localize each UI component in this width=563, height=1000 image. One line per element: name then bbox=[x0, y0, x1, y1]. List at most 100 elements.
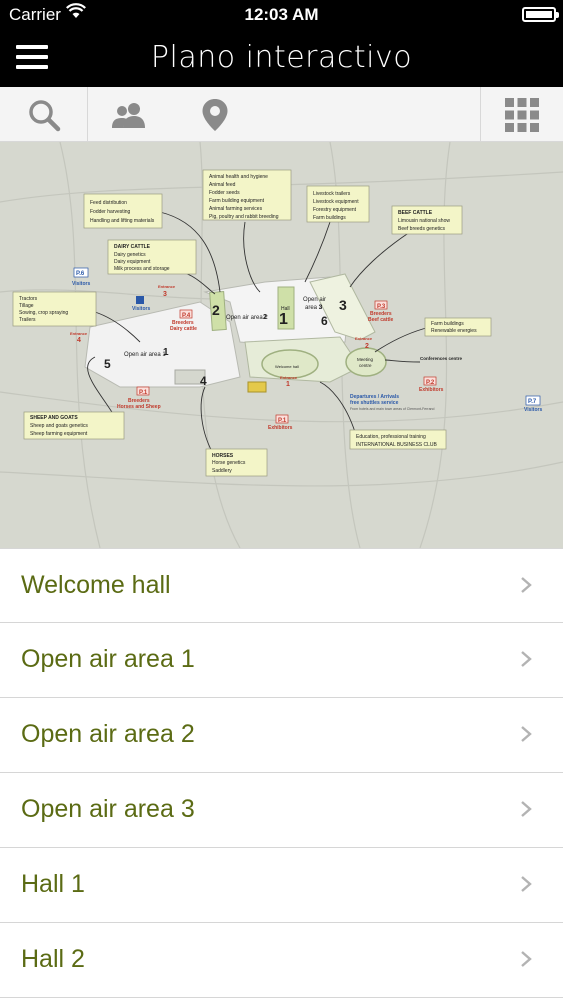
list-item-label: Hall 1 bbox=[21, 870, 85, 898]
chevron-right-icon bbox=[521, 726, 532, 742]
svg-text:2: 2 bbox=[212, 302, 220, 318]
svg-text:Conferences centre: Conferences centre bbox=[420, 356, 463, 361]
svg-text:2: 2 bbox=[263, 314, 267, 321]
svg-text:Tractors: Tractors bbox=[19, 296, 38, 302]
chevron-right-icon bbox=[521, 876, 532, 892]
svg-text:Renewable energies: Renewable energies bbox=[431, 328, 477, 334]
svg-text:Fodder harvesting: Fodder harvesting bbox=[90, 209, 131, 215]
svg-text:Sheep farming equipment: Sheep farming equipment bbox=[30, 431, 88, 437]
svg-text:Beef cattle: Beef cattle bbox=[368, 317, 394, 323]
svg-text:Sheep and goats genetics: Sheep and goats genetics bbox=[30, 423, 88, 429]
search-button[interactable] bbox=[0, 87, 87, 142]
search-icon bbox=[28, 99, 60, 131]
svg-text:Tillage: Tillage bbox=[19, 303, 34, 309]
svg-text:1: 1 bbox=[279, 311, 288, 328]
svg-text:Visitors: Visitors bbox=[72, 281, 90, 287]
list-item[interactable]: Open air area 1 bbox=[0, 623, 563, 698]
list-item-label: Welcome hall bbox=[21, 571, 171, 599]
svg-text:Entrance: Entrance bbox=[158, 284, 176, 289]
svg-text:Milk process and storage: Milk process and storage bbox=[114, 266, 170, 272]
list-item[interactable]: Hall 1 bbox=[0, 848, 563, 923]
list-item[interactable]: Open air area 2 bbox=[0, 698, 563, 773]
chevron-right-icon bbox=[521, 577, 532, 593]
svg-text:SHEEP AND GOATS: SHEEP AND GOATS bbox=[30, 415, 78, 421]
list-item-label: Open air area 2 bbox=[21, 720, 195, 748]
svg-text:P.7: P.7 bbox=[528, 399, 537, 405]
svg-text:Visitors: Visitors bbox=[132, 306, 150, 312]
svg-text:P.4: P.4 bbox=[182, 313, 191, 319]
svg-text:INTERNATIONAL BUSINESS CLUB: INTERNATIONAL BUSINESS CLUB bbox=[356, 442, 438, 448]
svg-text:Meeting: Meeting bbox=[357, 357, 374, 362]
svg-text:1: 1 bbox=[163, 347, 169, 358]
svg-text:Animal feed: Animal feed bbox=[209, 182, 236, 188]
users-button[interactable] bbox=[88, 87, 170, 142]
svg-text:Horse genetics: Horse genetics bbox=[212, 460, 246, 466]
toolbar bbox=[0, 87, 563, 142]
svg-text:P.3: P.3 bbox=[377, 304, 386, 310]
svg-text:Pig, poultry and rabbit breedi: Pig, poultry and rabbit breeding bbox=[209, 214, 279, 220]
svg-text:3: 3 bbox=[339, 297, 347, 313]
svg-text:P.1: P.1 bbox=[139, 390, 148, 396]
venue-map[interactable]: Feed distribution Fodder harvesting Hand… bbox=[0, 142, 563, 548]
svg-text:Open air area 2: Open air area 2 bbox=[226, 315, 268, 321]
list-item-label: Open air area 1 bbox=[21, 645, 195, 673]
svg-text:Dairy equipment: Dairy equipment bbox=[114, 259, 151, 265]
svg-text:Farm buildings: Farm buildings bbox=[431, 321, 464, 327]
svg-text:1: 1 bbox=[286, 381, 290, 388]
svg-text:5: 5 bbox=[104, 357, 111, 371]
svg-text:Entrance: Entrance bbox=[355, 336, 373, 341]
svg-text:Dairy genetics: Dairy genetics bbox=[114, 252, 146, 258]
svg-text:Farm building equipment: Farm building equipment bbox=[209, 198, 265, 204]
svg-text:Limousin national show: Limousin national show bbox=[398, 218, 450, 224]
svg-text:P.1: P.1 bbox=[278, 418, 287, 424]
svg-text:Dairy cattle: Dairy cattle bbox=[170, 326, 197, 332]
clock: 12:03 AM bbox=[244, 5, 319, 24]
svg-text:Livestock equipment: Livestock equipment bbox=[313, 199, 359, 205]
svg-text:Education, professional traini: Education, professional training bbox=[356, 434, 426, 440]
svg-text:Welcome hall: Welcome hall bbox=[275, 364, 299, 369]
svg-text:6: 6 bbox=[321, 314, 328, 328]
grid-icon bbox=[505, 97, 539, 132]
svg-text:Horses and Sheep: Horses and Sheep bbox=[117, 404, 161, 410]
chevron-right-icon bbox=[521, 951, 532, 967]
svg-text:Livestock trailers: Livestock trailers bbox=[313, 191, 351, 197]
svg-text:4: 4 bbox=[77, 337, 81, 344]
svg-text:Animal health and hygiene: Animal health and hygiene bbox=[209, 174, 268, 180]
svg-text:Entrance: Entrance bbox=[70, 331, 88, 336]
svg-text:Open air area 1: Open air area 1 bbox=[124, 352, 166, 358]
svg-text:Farm buildings: Farm buildings bbox=[313, 215, 346, 221]
users-icon bbox=[112, 102, 145, 128]
svg-text:free shuttles service: free shuttles service bbox=[350, 400, 399, 406]
svg-text:Exhibitors: Exhibitors bbox=[419, 387, 444, 393]
svg-text:Exhibitors: Exhibitors bbox=[268, 425, 293, 431]
svg-text:3: 3 bbox=[163, 291, 167, 298]
grid-view-button[interactable] bbox=[481, 87, 563, 142]
chevron-right-icon bbox=[521, 651, 532, 667]
list-item-label: Open air area 3 bbox=[21, 795, 195, 823]
svg-text:centre: centre bbox=[359, 363, 372, 368]
list-item-label: Hall 2 bbox=[21, 945, 85, 973]
svg-text:HORSES: HORSES bbox=[212, 453, 234, 459]
status-bar: Carrier 12:03 AM bbox=[0, 0, 563, 30]
svg-text:Trailers: Trailers bbox=[19, 317, 36, 323]
svg-text:From hotels and main town area: From hotels and main town areas of Clerm… bbox=[350, 407, 434, 411]
list-item[interactable]: Welcome hall bbox=[0, 548, 563, 623]
nav-bar: Plano interactivo bbox=[0, 30, 563, 87]
svg-text:Forestry equipment: Forestry equipment bbox=[313, 207, 357, 213]
svg-text:Animal farming services: Animal farming services bbox=[209, 206, 263, 212]
svg-text:Fodder seeds: Fodder seeds bbox=[209, 190, 240, 196]
list-item[interactable]: Hall 2 bbox=[0, 923, 563, 998]
svg-text:P.6: P.6 bbox=[76, 271, 85, 277]
svg-text:Handling and lifting materials: Handling and lifting materials bbox=[90, 218, 155, 224]
svg-text:2: 2 bbox=[365, 343, 369, 350]
svg-text:Feed distribution: Feed distribution bbox=[90, 200, 127, 206]
svg-text:Visitors: Visitors bbox=[524, 407, 542, 413]
location-button[interactable] bbox=[170, 87, 260, 142]
venue-map-drawing[interactable]: Feed distribution Fodder harvesting Hand… bbox=[0, 142, 563, 548]
list-item[interactable]: Open air area 3 bbox=[0, 773, 563, 848]
svg-text:Beef breeds genetics: Beef breeds genetics bbox=[398, 226, 445, 232]
battery-icon bbox=[522, 7, 559, 22]
location-pin-icon bbox=[202, 98, 228, 131]
svg-text:Sowing, crop spraying: Sowing, crop spraying bbox=[19, 310, 68, 316]
svg-text:DAIRY CATTLE: DAIRY CATTLE bbox=[114, 244, 151, 250]
